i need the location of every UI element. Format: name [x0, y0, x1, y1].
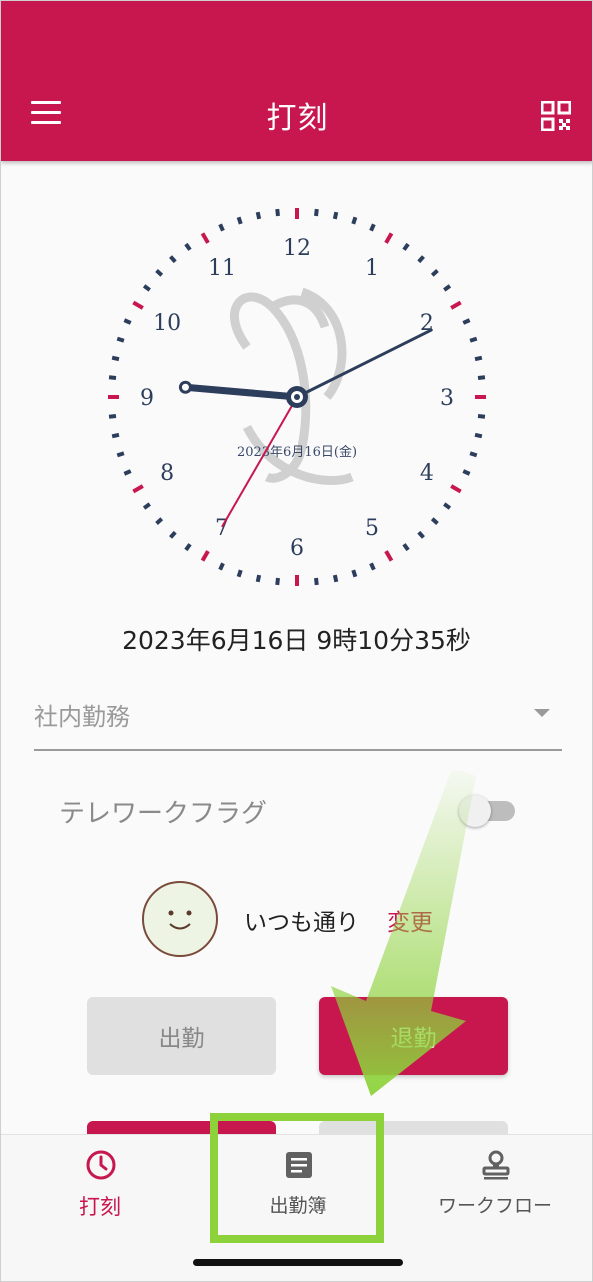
clock-minute-tick [169, 255, 177, 264]
hour-hand-tip [178, 380, 192, 394]
clock-minute-tick [477, 414, 486, 419]
clock-icon [86, 1150, 116, 1180]
clock-minute-tick [369, 223, 376, 232]
clock-hour-tick [450, 300, 462, 310]
clock-minute-tick [332, 211, 339, 220]
telework-label: テレワークフラグ [59, 799, 268, 829]
clock-minute-tick [402, 242, 410, 251]
work-type-select[interactable]: 社内勤務 [34, 689, 562, 751]
clock-minute-tick [116, 451, 125, 458]
clock-minute-tick [142, 502, 151, 510]
clock-minute-tick [417, 530, 425, 539]
clock-hour-tick [200, 550, 210, 562]
clock-minute-tick [111, 432, 120, 439]
clock-minute-tick [142, 284, 151, 292]
clock-minute-tick [236, 216, 243, 225]
clock-minute-tick [184, 543, 192, 552]
clock-minute-tick [477, 375, 486, 380]
clock-minute-tick [351, 216, 358, 225]
clock-minute-tick [443, 284, 452, 292]
nav-label-workflow: ワークフロー [437, 1195, 552, 1217]
clock-minute-tick [123, 318, 132, 325]
clock-hour-tick [132, 484, 144, 494]
clock-numeral: 5 [365, 516, 379, 541]
clock-minute-tick [275, 577, 280, 586]
clock-hour-tick [384, 232, 394, 244]
clock-hour-tick [384, 550, 394, 562]
dropdown-arrow-icon [534, 709, 550, 717]
nav-item-punch[interactable]: 打刻 [1, 1135, 199, 1235]
clock-numeral: 12 [283, 236, 311, 261]
clock-minute-tick [474, 355, 483, 362]
clock-minute-tick [402, 543, 410, 552]
qr-code-icon[interactable] [541, 101, 571, 131]
clock-numeral: 8 [160, 461, 174, 486]
clock-minute-tick [108, 375, 117, 380]
clock-minute-tick [236, 569, 243, 578]
clock-numeral: 11 [208, 256, 236, 281]
clock-minute-tick [462, 318, 471, 325]
app-screen: 打刻 12 1 2 3 4 5 6 7 8 9 10 11 2023年6月16日(金) 20 [0, 0, 593, 1282]
clock-minute-tick [255, 574, 262, 583]
clock-numeral: 6 [290, 536, 304, 561]
home-indicator [193, 1259, 403, 1266]
minute-hand [295, 328, 433, 399]
clock-minute-tick [155, 517, 164, 525]
clock-minute-tick [116, 336, 125, 343]
clock-minute-tick [474, 432, 483, 439]
page-title: 打刻 [266, 101, 329, 136]
clock-date-label: 2023年6月16日(金) [237, 444, 357, 460]
work-type-value: 社内勤務 [34, 703, 130, 731]
clock-minute-tick [123, 469, 132, 476]
mood-text: いつも通り [244, 910, 359, 936]
clock-minute-tick [443, 502, 452, 510]
second-hand [221, 396, 298, 528]
clock-minute-tick [430, 517, 439, 525]
clock-hour-tick [450, 484, 462, 494]
clock-minute-tick [469, 451, 478, 458]
clock-minute-tick [218, 562, 225, 571]
current-datetime: 2023年6月16日 9時10分35秒 [122, 626, 471, 655]
clock-minute-tick [469, 336, 478, 343]
analog-clock: 121234567891011 2023年6月16日(金) [108, 208, 486, 586]
clock-numeral: 4 [420, 461, 434, 486]
clock-minute-tick [314, 577, 319, 586]
clock-minute-tick [155, 269, 164, 277]
highlight-box [210, 1113, 384, 1243]
clock-minute-tick [462, 469, 471, 476]
clock-minute-tick [111, 355, 120, 362]
nav-item-workflow[interactable]: ワークフロー [396, 1135, 592, 1235]
clock-minute-tick [369, 562, 376, 571]
clock-minute-tick [255, 211, 262, 220]
clock-minute-tick [314, 208, 319, 217]
clock-minute-tick [169, 530, 177, 539]
clock-minute-tick [275, 208, 280, 217]
clock-minute-tick [108, 414, 117, 419]
nav-label-punch: 打刻 [79, 1195, 121, 1219]
clock-hour-tick [132, 300, 144, 310]
clock-hour-tick [200, 232, 210, 244]
hour-hand [181, 383, 301, 401]
clock-numeral: 1 [365, 256, 379, 281]
clock-numeral: 9 [140, 386, 154, 411]
telework-toggle[interactable] [459, 795, 517, 827]
clock-numeral: 3 [440, 386, 454, 411]
clock-minute-tick [417, 255, 425, 264]
stamp-icon [482, 1150, 510, 1180]
clock-in-button[interactable]: 出勤 [87, 997, 276, 1075]
clock-minute-tick [218, 223, 225, 232]
clock-minute-tick [351, 569, 358, 578]
clock-minute-tick [430, 269, 439, 277]
clock-out-button[interactable]: 退勤 [319, 997, 508, 1075]
app-bar: 打刻 [1, 1, 592, 161]
mood-change-link[interactable]: 変更 [387, 903, 433, 937]
clock-numeral: 10 [153, 311, 181, 336]
clock-minute-tick [332, 574, 339, 583]
smiley-face-icon[interactable] [142, 881, 218, 957]
clock-minute-tick [184, 242, 192, 251]
